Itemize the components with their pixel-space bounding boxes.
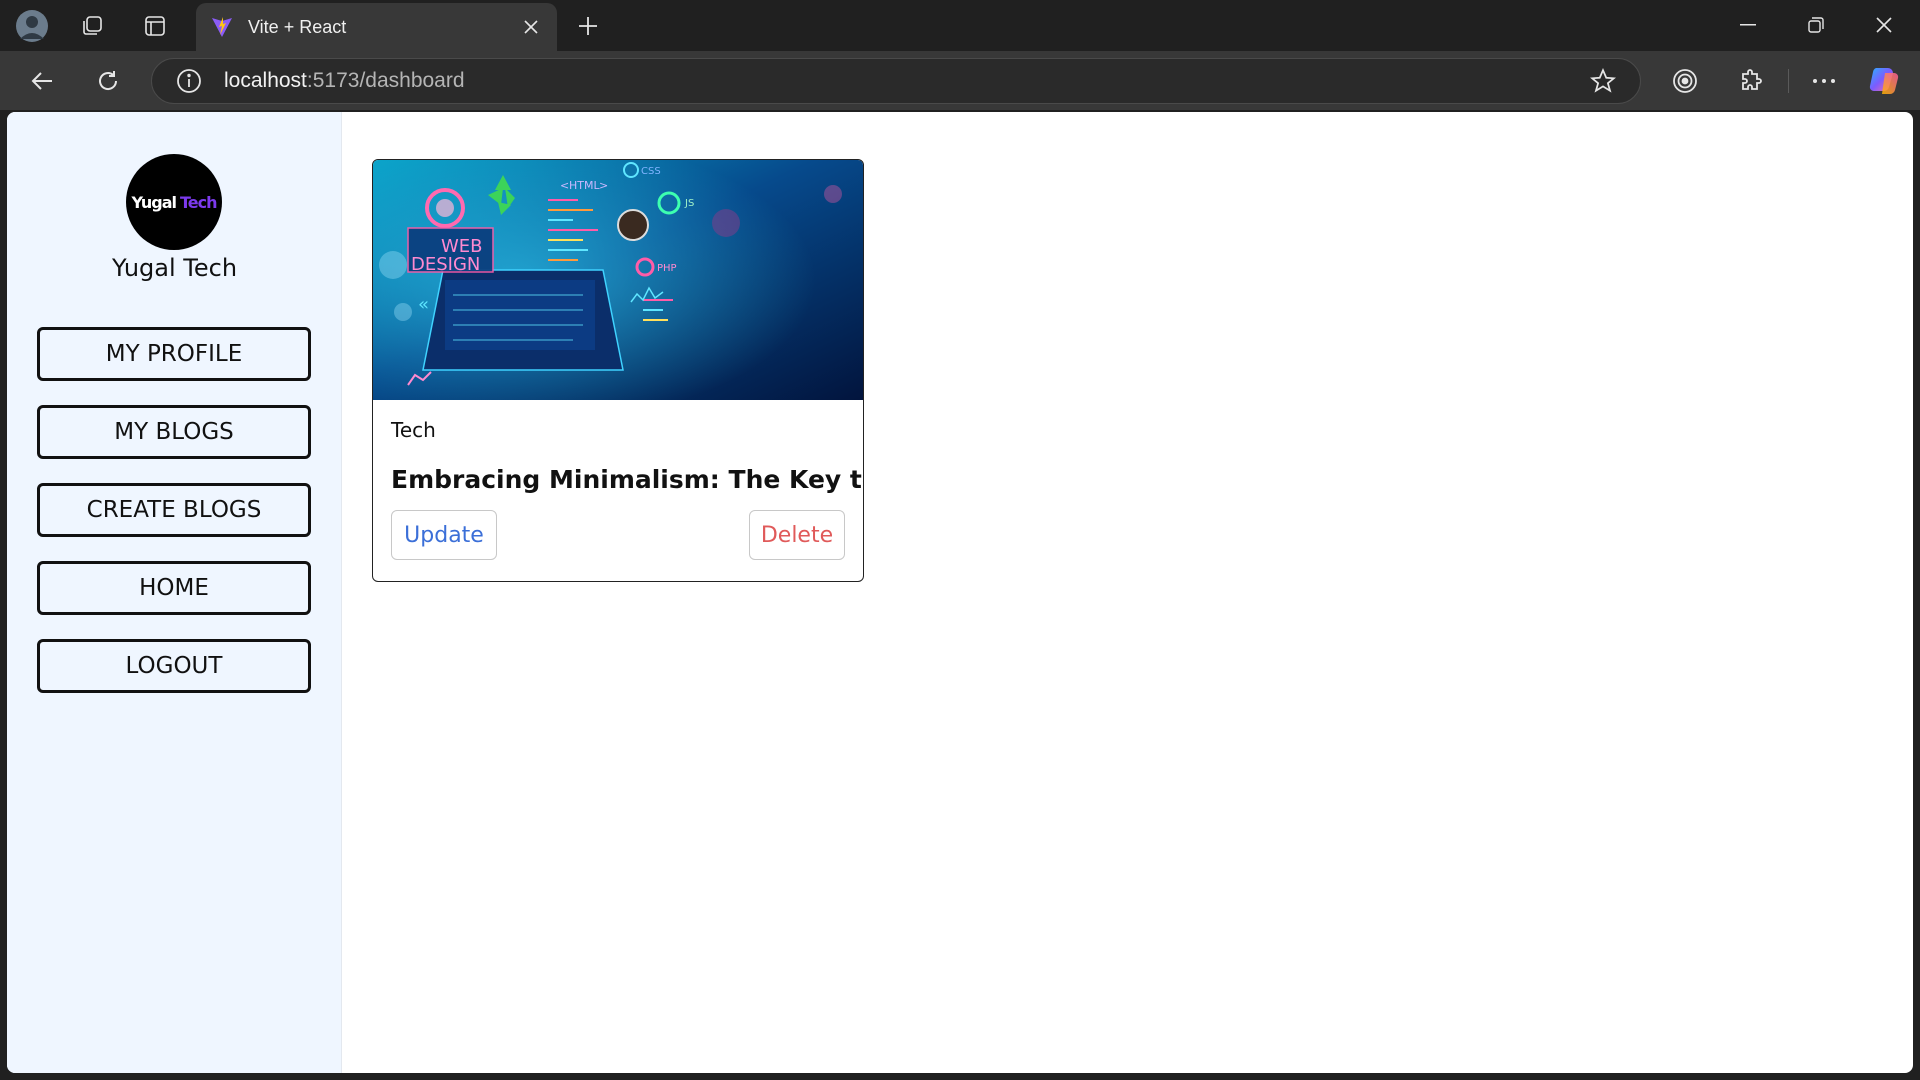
restore-icon[interactable] [1782,3,1850,47]
tab-title: Vite + React [248,16,347,37]
create-blogs-button[interactable]: CREATE BLOGS [37,483,311,537]
blog-title[interactable]: Embracing Minimalism: The Key to... [391,465,863,494]
brand-logo: Yugal Tech [126,154,222,250]
active-tab[interactable]: Vite + React [196,3,557,51]
svg-text:<: < [560,179,569,192]
tab-actions-icon[interactable] [137,8,173,44]
svg-text:>: > [599,179,608,192]
site-info-icon[interactable] [176,68,202,94]
main-content: WEB DESIGN < HTML > CSS JS PHP « Tech Em… [342,112,1913,1073]
new-tab-icon[interactable] [570,8,606,44]
logo-text-accent: Tech [180,192,218,212]
extensions-icon[interactable] [1732,62,1770,100]
page-viewport: Yugal Tech Yugal Tech MY PROFILE MY BLOGS… [7,112,1913,1073]
brand-name: Yugal Tech [111,254,238,282]
refresh-icon[interactable] [89,62,127,100]
more-options-icon[interactable] [1805,62,1843,100]
tab-close-icon[interactable] [513,9,549,45]
sidebar: Yugal Tech Yugal Tech MY PROFILE MY BLOGS… [7,112,342,1073]
logout-button[interactable]: LOGOUT [37,639,311,693]
image-text-html: HTML [569,179,600,192]
close-window-icon[interactable] [1850,3,1918,47]
blog-card: WEB DESIGN < HTML > CSS JS PHP « Tech Em… [372,159,864,582]
my-profile-button[interactable]: MY PROFILE [37,327,311,381]
svg-text:«: « [418,294,429,315]
tracking-prevention-icon[interactable] [1666,62,1704,100]
blog-cover-image: WEB DESIGN < HTML > CSS JS PHP « [373,160,863,400]
image-text-php: PHP [657,263,677,274]
back-icon[interactable] [23,62,61,100]
url-path: :5173/dashboard [306,69,465,92]
address-bar[interactable]: localhost:5173/dashboard [151,58,1641,104]
blog-category: Tech [391,418,436,442]
workspaces-icon[interactable] [74,8,110,44]
image-text-js: JS [684,198,694,209]
url-host: localhost [224,69,307,92]
vite-favicon-icon [212,17,232,37]
browser-tab-bar: Vite + React [0,0,1920,51]
delete-button[interactable]: Delete [749,510,845,560]
profile-avatar-icon[interactable] [14,8,50,44]
favorite-star-icon[interactable] [1590,68,1616,94]
image-text-design: DESIGN [411,254,480,275]
image-text-css: CSS [641,166,661,177]
update-button[interactable]: Update [391,510,497,560]
home-button[interactable]: HOME [37,561,311,615]
copilot-icon[interactable] [1866,62,1904,100]
minimize-icon[interactable] [1714,3,1782,47]
my-blogs-button[interactable]: MY BLOGS [37,405,311,459]
toolbar-divider [1788,69,1789,93]
logo-text-primary: Yugal [131,192,177,212]
browser-toolbar: localhost:5173/dashboard [0,51,1920,110]
